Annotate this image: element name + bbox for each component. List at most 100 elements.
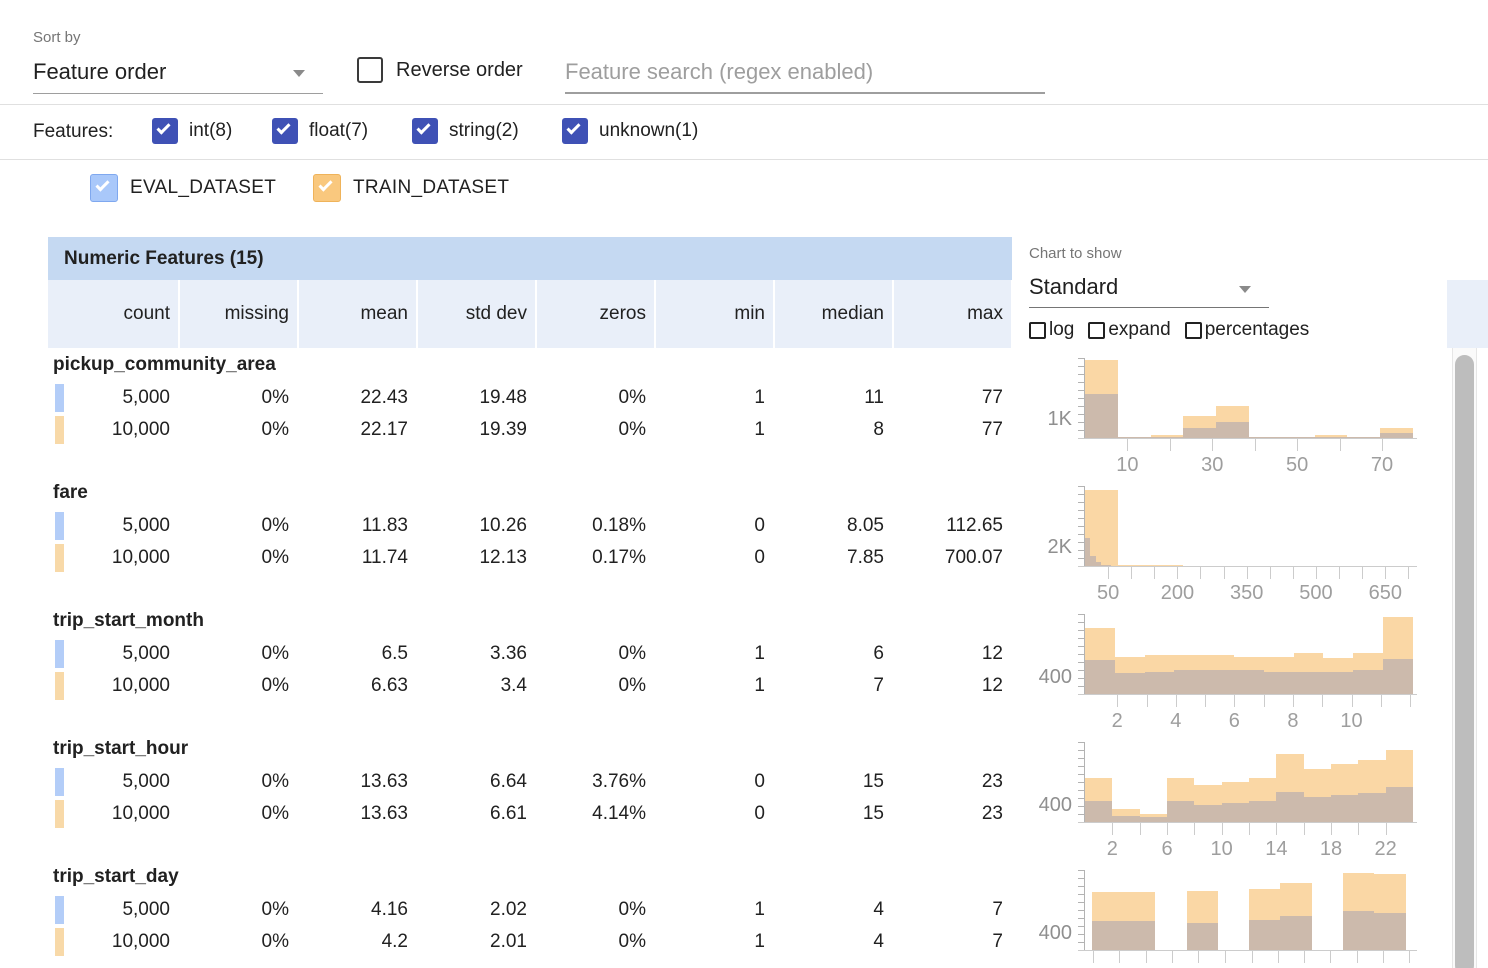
checkbox-unchecked[interactable]: [1088, 322, 1105, 339]
checkbox-checked[interactable]: [152, 118, 178, 144]
stat-value-max: 77: [894, 414, 1011, 446]
dataset-checkbox[interactable]: [313, 174, 341, 202]
eval-bar: [1085, 801, 1112, 822]
stat-value-missing: 0%: [180, 382, 297, 414]
stat-value-min: 0: [656, 542, 773, 574]
chart-option-expand: expand: [1088, 319, 1170, 341]
checkbox-checked[interactable]: [562, 118, 588, 144]
stat-value-median: 4: [775, 894, 892, 926]
sort-by-dropdown[interactable]: Feature order: [33, 56, 323, 94]
x-axis-tick: [1293, 695, 1294, 707]
eval-bar: [1280, 916, 1311, 950]
eval-bar: [1174, 670, 1204, 694]
x-axis-tick: [1322, 695, 1323, 707]
feature-search-input[interactable]: [565, 52, 1045, 92]
x-axis-tick: [1383, 951, 1384, 963]
chart-type-value: Standard: [1029, 274, 1118, 300]
stats-row-train_dataset: 10,0000%13.636.614.14%01523: [48, 798, 1012, 830]
eval-bar: [1294, 672, 1324, 694]
x-axis-tick-label: 500: [1284, 582, 1348, 605]
x-axis-tick: [1176, 695, 1177, 707]
chart-option-percentages: percentages: [1185, 319, 1310, 341]
eval-bar: [1151, 437, 1184, 438]
checkbox-checked[interactable]: [272, 118, 298, 144]
stat-value-mean: 11.83: [299, 510, 416, 542]
chart-type-dropdown[interactable]: Standard: [1029, 270, 1269, 308]
x-axis-tick-label: 22: [1354, 838, 1418, 861]
stat-value-max: 23: [894, 798, 1011, 830]
reverse-order-checkbox[interactable]: [357, 57, 383, 83]
stats-row-train_dataset: 10,0000%4.22.010%147: [48, 926, 1012, 958]
checkbox-checked[interactable]: [412, 118, 438, 144]
checkbox-unchecked[interactable]: [1185, 322, 1202, 339]
histogram-charts: 1K103050702K5020035050065040024681040026…: [1022, 352, 1447, 968]
dataset-color-indicator: [55, 800, 64, 828]
feature-type-filter-row: Features: int(8)float(7)string(2)unknown…: [0, 106, 1488, 160]
vertical-scrollbar-track[interactable]: [1452, 348, 1477, 968]
eval-bar: [1140, 817, 1167, 822]
stat-value-max: 12: [894, 638, 1011, 670]
stat-value-min: 1: [656, 382, 773, 414]
stat-value-min: 1: [656, 414, 773, 446]
feature-type-label: unknown(1): [599, 120, 698, 142]
chart-option-label: log: [1049, 319, 1074, 341]
x-axis-tick: [1247, 567, 1248, 579]
stat-value-std-dev: 2.01: [418, 926, 535, 958]
y-axis-ruler: [1078, 742, 1085, 823]
stat-value-std-dev: 12.13: [418, 542, 535, 574]
eval-bar: [1249, 920, 1280, 950]
dataset-legend-row: EVAL_DATASETTRAIN_DATASET: [0, 161, 1488, 237]
eval-bar: [1358, 793, 1385, 822]
x-axis-tick: [1131, 567, 1132, 579]
x-axis-tick: [1117, 695, 1118, 707]
stat-value-missing: 0%: [180, 894, 297, 926]
x-axis-tick-label: 50: [1265, 454, 1329, 477]
histogram-trip_start_day: 400: [1022, 864, 1447, 968]
stat-value-count: 10,000: [48, 542, 178, 574]
dataset-color-indicator: [55, 416, 64, 444]
x-axis-tick: [1278, 951, 1279, 963]
chart-controls: Chart to show Standard logexpandpercenta…: [1022, 237, 1447, 348]
stat-value-missing: 0%: [180, 798, 297, 830]
feature-group-pickup_community_area: pickup_community_area5,0000%22.4319.480%…: [48, 352, 1012, 480]
stat-value-min: 0: [656, 766, 773, 798]
x-axis-tick: [1385, 567, 1386, 579]
stat-value-max: 700.07: [894, 542, 1011, 574]
checkbox-unchecked[interactable]: [1029, 322, 1046, 339]
x-axis-tick: [1170, 439, 1171, 451]
dataset-label: EVAL_DATASET: [130, 177, 276, 199]
x-axis-tick: [1357, 951, 1358, 963]
x-axis-tick: [1270, 567, 1271, 579]
y-axis-ruler: [1078, 358, 1085, 439]
y-axis-label: 400: [1022, 794, 1072, 817]
x-axis-tick: [1212, 439, 1213, 451]
column-header-std-dev: std dev: [418, 280, 535, 348]
x-axis-tick-label: 8: [1261, 710, 1325, 733]
stat-value-missing: 0%: [180, 638, 297, 670]
x-axis-tick: [1339, 567, 1340, 579]
sort-by-value: Feature order: [33, 59, 166, 85]
stat-value-mean: 13.63: [299, 798, 416, 830]
dataset-color-indicator: [55, 768, 64, 796]
stat-value-min: 1: [656, 926, 773, 958]
eval-bar: [1167, 801, 1194, 822]
stat-value-count: 5,000: [48, 766, 178, 798]
column-header-median: median: [775, 280, 892, 348]
x-axis-tick: [1205, 695, 1206, 707]
y-axis-label: 1K: [1022, 408, 1072, 431]
eval-bar: [1183, 428, 1216, 438]
stat-value-zeros: 0.18%: [537, 510, 654, 542]
dataset-checkbox[interactable]: [90, 174, 118, 202]
feature-group-trip_start_hour: trip_start_hour5,0000%13.636.643.76%0152…: [48, 736, 1012, 864]
column-header-missing: missing: [180, 280, 297, 348]
sort-by-label: Sort by: [33, 29, 81, 46]
vertical-scrollbar-thumb[interactable]: [1455, 355, 1474, 968]
x-axis-tick: [1316, 567, 1317, 579]
x-axis-tick-label: 50: [1076, 582, 1140, 605]
feature-name: trip_start_month: [48, 608, 1012, 638]
eval-bar: [1353, 670, 1383, 694]
dataset-color-indicator: [55, 544, 64, 572]
stats-column-header-row: countmissingmeanstd devzerosminmedianmax: [48, 280, 1012, 348]
column-header-zeros: zeros: [537, 280, 654, 348]
x-axis-tick: [1264, 695, 1265, 707]
